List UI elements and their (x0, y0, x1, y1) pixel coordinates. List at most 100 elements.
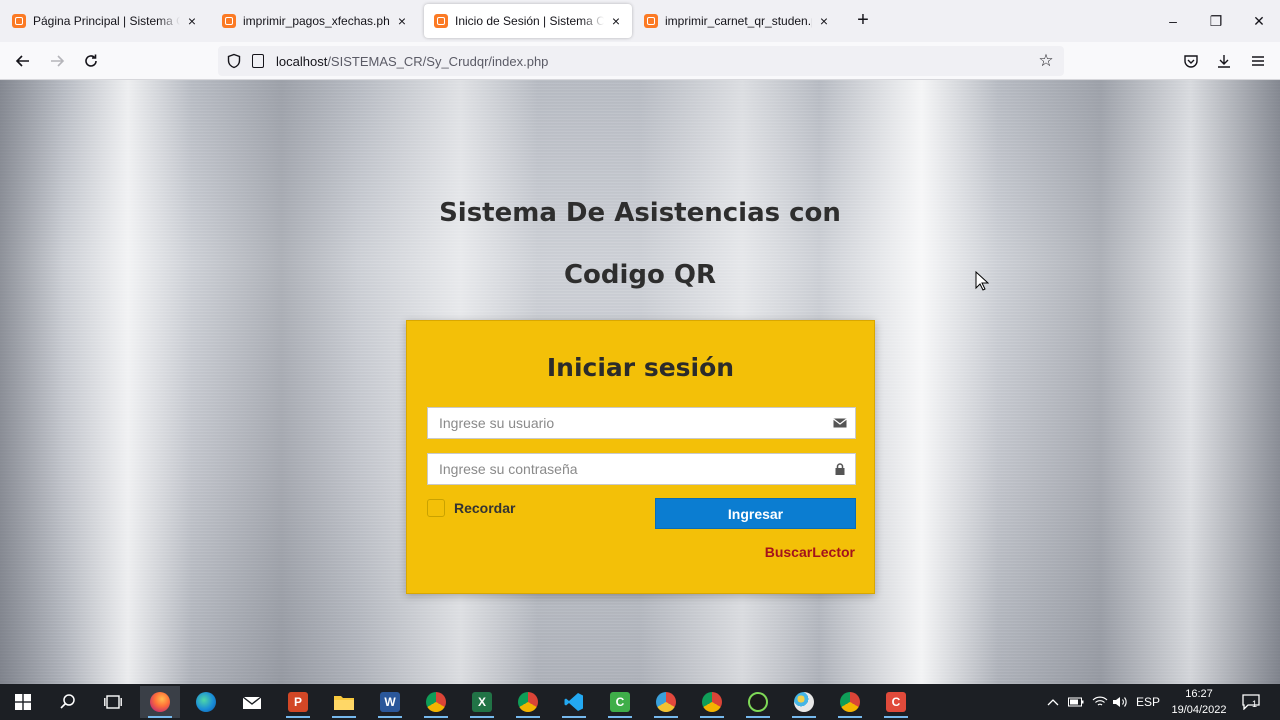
chrome-profile-2-icon (702, 692, 722, 712)
shield-icon[interactable] (226, 53, 242, 69)
taskbar-chrome-profile-3[interactable] (830, 686, 870, 718)
file-explorer-icon (334, 696, 354, 710)
taskbar-chrome-profile-2[interactable] (692, 686, 732, 718)
volume-icon[interactable] (1110, 684, 1130, 720)
taskbar-mail[interactable] (232, 686, 272, 718)
remember-checkbox[interactable] (427, 499, 445, 517)
clock-time: 16:27 (1185, 688, 1213, 700)
tab-title: imprimir_pagos_xfechas.php (243, 14, 390, 28)
notification-count: 1 (1252, 699, 1258, 709)
reload-button[interactable] (78, 48, 104, 74)
username-field[interactable] (427, 407, 856, 439)
downloads-button[interactable] (1211, 48, 1237, 74)
page-viewport: Sistema De Asistencias con Codigo QR Ini… (0, 80, 1280, 684)
tab-close-icon[interactable]: × (608, 13, 624, 29)
tab-title: imprimir_carnet_qr_studen.php (665, 14, 812, 28)
taskbar-paint[interactable] (784, 686, 824, 718)
lock-icon (835, 463, 845, 475)
back-icon (15, 55, 29, 67)
password-field[interactable] (427, 453, 856, 485)
taskbar-chrome[interactable] (416, 686, 456, 718)
taskbar-excel[interactable]: X (462, 686, 502, 718)
page-icon[interactable] (252, 54, 264, 68)
pocket-icon (1184, 55, 1198, 68)
camtasia-icon: C (610, 692, 630, 712)
menu-icon (1252, 56, 1264, 66)
battery-icon[interactable] (1066, 684, 1086, 720)
url-path: /SISTEMAS_CR/Sy_Crudqr/index.php (327, 53, 549, 69)
tab-imprimir-carnet[interactable]: imprimir_carnet_qr_studen.php × (634, 4, 840, 38)
tab-close-icon[interactable]: × (394, 13, 410, 29)
remember-checkbox-row[interactable]: Recordar (427, 499, 515, 517)
pocket-button[interactable] (1178, 48, 1204, 74)
taskbar-clock[interactable]: 16:27 19/04/2022 (1168, 686, 1230, 718)
username-input[interactable] (428, 408, 823, 438)
windows-taskbar: P W X C C ESP 16:27 19/04/2022 1 (0, 684, 1280, 720)
page-title-line2: Codigo QR (563, 260, 717, 290)
vscode-icon (564, 693, 583, 711)
buscar-lector-link[interactable]: BuscarLector (765, 544, 855, 560)
tray-overflow-chevron-icon[interactable] (1044, 684, 1062, 720)
tab-inicio-sesion[interactable]: Inicio de Sesión | Sistema Contr × (424, 4, 632, 38)
search-icon (60, 694, 75, 709)
password-input[interactable] (428, 454, 823, 484)
taskbar-powerpoint[interactable]: P (278, 686, 318, 718)
remember-label[interactable]: Recordar (454, 500, 515, 516)
xampp-favicon-icon (222, 14, 236, 28)
taskbar-vscode[interactable] (554, 686, 594, 718)
tab-title: Página Principal | Sistema Con (33, 14, 180, 28)
taskbar-davinci[interactable] (646, 686, 686, 718)
xampp-favicon-icon (12, 14, 26, 28)
new-tab-button[interactable]: + (852, 10, 874, 32)
wifi-icon[interactable] (1090, 684, 1110, 720)
envelope-icon (833, 418, 847, 428)
edge-icon (196, 692, 216, 712)
task-view-button[interactable] (93, 686, 133, 718)
chrome-profile-3-icon (840, 692, 860, 712)
word-icon: W (380, 692, 400, 712)
maximize-button[interactable]: ❐ (1202, 8, 1230, 34)
davinci-icon (656, 692, 676, 712)
start-button[interactable] (3, 686, 43, 718)
tab-close-icon[interactable]: × (184, 13, 200, 29)
notification-icon (1242, 694, 1260, 710)
notification-center-button[interactable]: 1 (1238, 684, 1264, 720)
taskbar-inkscape[interactable] (738, 686, 778, 718)
tab-imprimir-pagos[interactable]: imprimir_pagos_xfechas.php × (212, 4, 418, 38)
close-window-button[interactable]: ✕ (1245, 8, 1273, 34)
app-menu-button[interactable] (1245, 48, 1271, 74)
excel-icon: X (472, 692, 492, 712)
tab-title: Inicio de Sesión | Sistema Contr (455, 14, 604, 28)
taskbar-camtasia-recorder[interactable]: C (876, 686, 916, 718)
star-icon[interactable]: ☆ (1034, 49, 1058, 73)
forward-button[interactable] (44, 48, 70, 74)
taskbar-chrome-profile[interactable] (508, 686, 548, 718)
tab-close-icon[interactable]: × (816, 13, 832, 29)
forward-icon (51, 55, 65, 67)
language-indicator[interactable]: ESP (1134, 684, 1162, 720)
clock-date: 19/04/2022 (1171, 704, 1227, 716)
taskbar-firefox[interactable] (140, 686, 180, 718)
inkscape-icon (748, 692, 768, 712)
windows-start-icon (15, 694, 31, 710)
tab-strip: Página Principal | Sistema Con × imprimi… (0, 0, 1280, 42)
address-bar[interactable]: localhost/SISTEMAS_CR/Sy_Crudqr/index.ph… (218, 46, 1064, 76)
chrome-profile-icon (518, 692, 538, 712)
mouse-cursor-icon (975, 271, 989, 291)
powerpoint-icon: P (288, 692, 308, 712)
xampp-favicon-icon (644, 14, 658, 28)
taskbar-search-button[interactable] (48, 686, 88, 718)
back-button[interactable] (10, 48, 36, 74)
taskbar-word[interactable]: W (370, 686, 410, 718)
login-card: Iniciar sesión Recordar Ingresar BuscarL… (406, 320, 875, 594)
taskbar-camtasia[interactable]: C (600, 686, 640, 718)
mail-icon (242, 696, 262, 709)
chrome-icon (426, 692, 446, 712)
taskbar-file-explorer[interactable] (324, 686, 364, 718)
login-submit-button[interactable]: Ingresar (655, 498, 856, 529)
taskbar-edge[interactable] (186, 686, 226, 718)
url-text[interactable]: localhost/SISTEMAS_CR/Sy_Crudqr/index.ph… (276, 54, 548, 69)
tab-pagina-principal[interactable]: Página Principal | Sistema Con × (2, 4, 208, 38)
camtasia-recorder-icon: C (886, 692, 906, 712)
minimize-button[interactable]: – (1159, 8, 1187, 34)
